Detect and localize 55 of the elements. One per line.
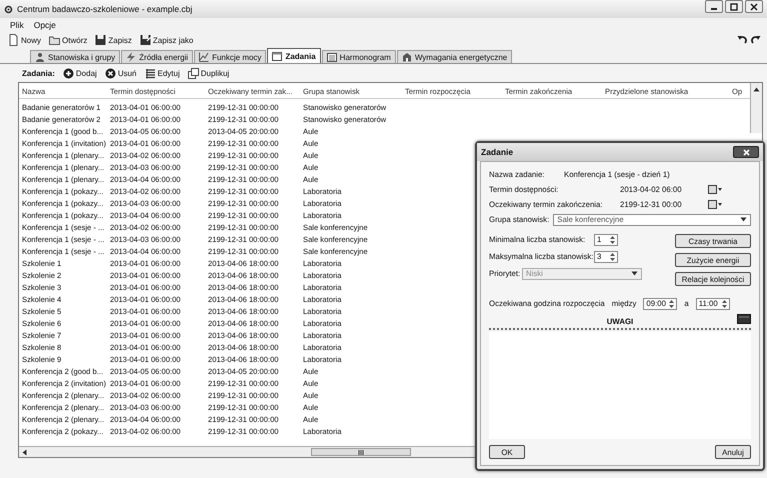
toolbar-button[interactable]: Zapisz [93, 33, 134, 47]
close-icon [742, 148, 750, 156]
document-icon [8, 34, 19, 46]
tab[interactable]: Stanowiska i grupy [30, 50, 120, 63]
spinner-arrows-icon [720, 298, 728, 308]
spinner-arrows-icon [609, 234, 616, 244]
caret-icon [631, 271, 638, 276]
lightning-icon [126, 52, 136, 62]
copy-icon [188, 68, 199, 78]
building-icon [402, 52, 412, 62]
left-arrow-icon [22, 448, 27, 456]
spinner-arrows-icon [609, 252, 616, 262]
undo-button[interactable] [737, 35, 747, 45]
toolbar-button[interactable]: Duplikuj [186, 66, 232, 80]
close-button[interactable] [733, 146, 759, 158]
gear-icon [4, 4, 13, 14]
tab[interactable]: Funkcje mocy [194, 50, 266, 63]
scrollbar-thumb[interactable] [311, 448, 411, 456]
maximize-icon [730, 2, 738, 10]
toolbar-button[interactable]: Otwórz [47, 33, 90, 47]
grip-icon [358, 450, 364, 454]
tab[interactable]: Harmonogram [322, 50, 396, 63]
toolbar-button[interactable]: Zapisz jako [138, 33, 196, 47]
chart-icon [199, 52, 210, 62]
window-title: Centrum badawczo-szkoleniowe - example.cbj [17, 4, 192, 14]
close-button[interactable] [745, 0, 763, 13]
menu-item[interactable]: Plik [10, 20, 24, 30]
minimize-button[interactable] [705, 0, 723, 13]
plus-icon [62, 68, 74, 78]
person-icon [35, 52, 45, 62]
toolbar-button[interactable]: Dodaj [60, 66, 99, 80]
toolbar-button[interactable]: Usuń [102, 66, 138, 80]
toolbar-button[interactable]: Edytuj [142, 66, 182, 80]
toggle-button[interactable] [737, 314, 751, 324]
toolbar-label: Zadania: [22, 68, 55, 78]
scrollbar[interactable] [750, 83, 762, 133]
list-icon [144, 68, 156, 78]
folder-icon [49, 34, 60, 46]
spinner-arrows-icon [668, 298, 676, 308]
tab[interactable]: Zadania [267, 48, 321, 63]
tab[interactable]: Wymagania energetyczne [396, 50, 512, 63]
window-icon [272, 51, 282, 61]
up-arrow-icon [753, 87, 760, 92]
redo-icon [751, 35, 761, 45]
toolbar-button[interactable]: Nowy [6, 33, 44, 47]
caret-icon [740, 217, 747, 222]
tab[interactable]: Źródła energii [121, 50, 194, 63]
menu-item[interactable]: Opcje [34, 20, 56, 30]
undo-icon [737, 35, 747, 45]
redo-button[interactable] [751, 35, 761, 45]
close-icon [750, 2, 758, 10]
panel-icon [737, 314, 751, 324]
delete-icon [104, 68, 116, 78]
dialog-title: Zadanie [481, 147, 514, 157]
maximize-button[interactable] [725, 0, 743, 13]
